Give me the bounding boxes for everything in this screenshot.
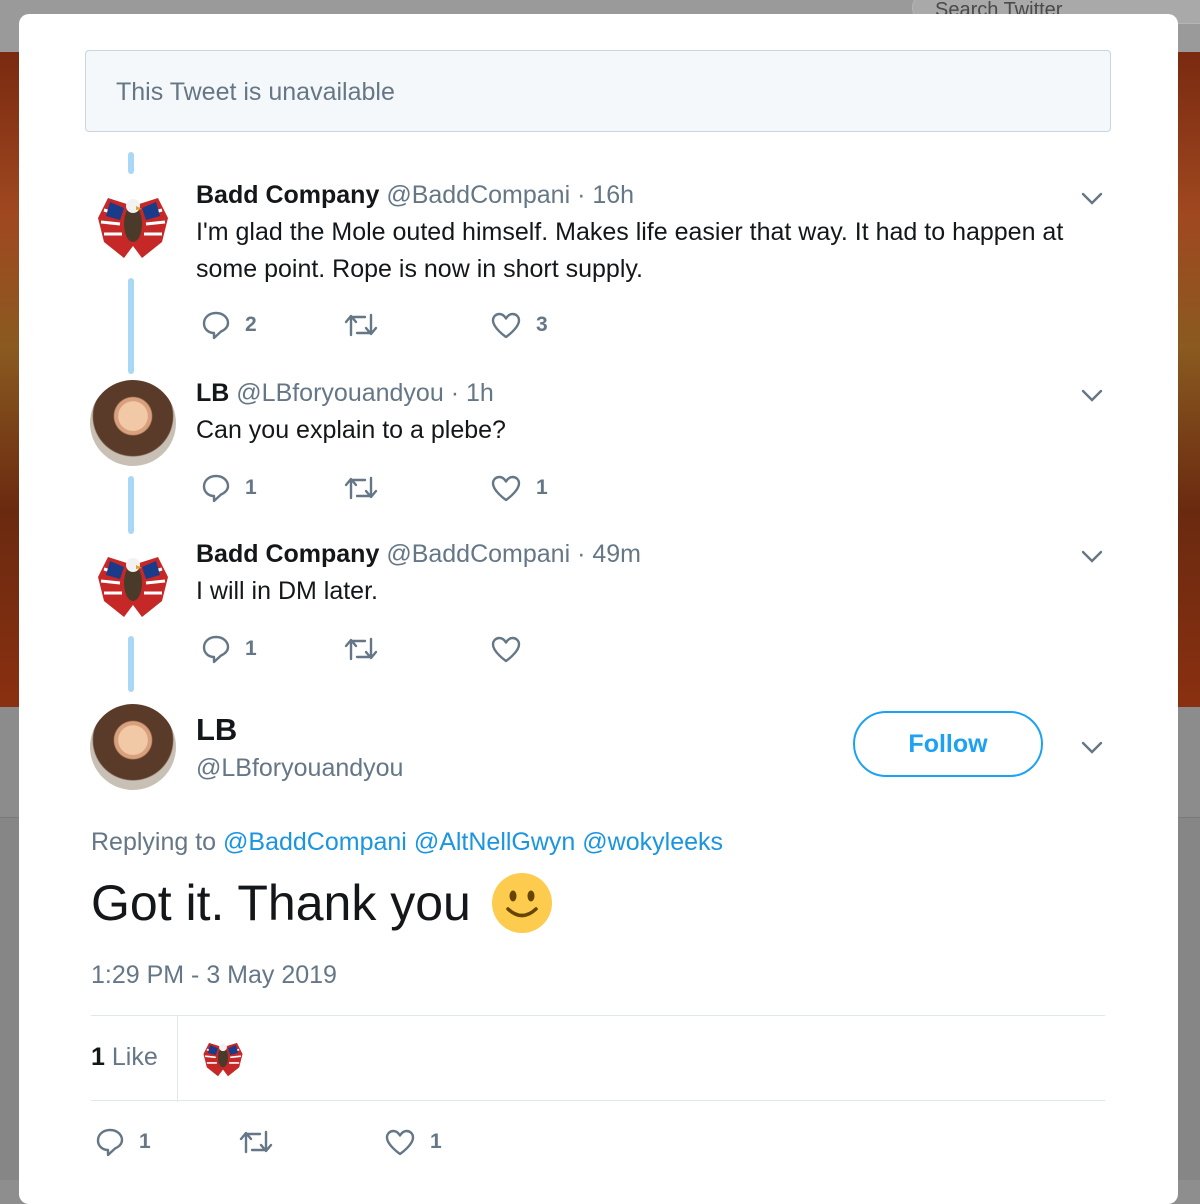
tweet-text: I will in DM later. [196, 577, 378, 605]
separator-dot: · [577, 181, 586, 209]
retweet-icon [344, 313, 378, 337]
heart-icon [491, 312, 521, 339]
reply-count: 1 [245, 476, 257, 499]
author-name[interactable]: Badd Company [196, 181, 379, 209]
like-button[interactable]: 1 [490, 474, 548, 502]
main-author-handle[interactable]: @LBforyouandyou [196, 754, 403, 783]
mention-link[interactable]: @AltNellGwyn [414, 828, 576, 856]
reply-button[interactable]: 1 [95, 1127, 151, 1157]
avatar-badd-company[interactable] [90, 184, 176, 270]
reply-button[interactable]: 1 [201, 473, 257, 503]
like-count: 1 [430, 1130, 442, 1153]
heart-icon [385, 1129, 415, 1156]
reply-icon [202, 474, 230, 503]
main-tweet-body: Got it. Thank you [91, 872, 553, 934]
thread-connector [128, 152, 134, 174]
like-button[interactable]: 3 [490, 311, 548, 339]
main-author-name[interactable]: LB [196, 712, 237, 748]
unavailable-tweet-notice: This Tweet is unavailable [85, 50, 1111, 132]
author-name[interactable]: LB [196, 379, 229, 407]
heart-icon [491, 636, 521, 663]
retweet-button[interactable] [343, 311, 393, 339]
reply-count: 1 [139, 1130, 151, 1153]
tweet-header: Badd Company @BaddCompani · 49m [196, 540, 641, 569]
tweet-time[interactable]: 49m [592, 540, 641, 568]
chevron-down-icon[interactable] [1081, 389, 1103, 403]
tweet-text: I'm glad the Mole outed himself. Makes l… [196, 218, 1064, 283]
chevron-down-icon[interactable] [1081, 741, 1103, 755]
thread-connector [128, 476, 134, 534]
divider [91, 1015, 1105, 1016]
reply-count: 1 [245, 637, 257, 660]
retweet-button[interactable] [343, 635, 393, 663]
thread-connector [128, 636, 134, 692]
separator-dot: · [577, 540, 586, 568]
chevron-down-icon[interactable] [1081, 192, 1103, 206]
eagle-flag-icon [203, 1042, 243, 1077]
reply-count: 2 [245, 313, 257, 336]
author-handle[interactable]: @BaddCompani [386, 540, 570, 568]
eagle-flag-icon [98, 557, 168, 617]
replying-to-line: Replying to @BaddCompani @AltNellGwyn @w… [91, 828, 723, 857]
tweet-header: Badd Company @BaddCompani · 16h [196, 181, 634, 210]
likes-stat-count: 1 [91, 1043, 105, 1071]
tweet-time[interactable]: 1h [466, 379, 494, 407]
chevron-down-icon[interactable] [1081, 550, 1103, 564]
main-tweet-text: Got it. Thank you [91, 875, 471, 931]
retweet-button[interactable] [343, 474, 393, 502]
reply-button[interactable]: 2 [201, 310, 257, 340]
tweet-header: LB @LBforyouandyou · 1h [196, 379, 494, 408]
divider [91, 1100, 1105, 1101]
author-handle[interactable]: @BaddCompani [386, 181, 570, 209]
likes-stat[interactable]: 1 Like [91, 1043, 158, 1072]
author-name[interactable]: Badd Company [196, 540, 379, 568]
mention-link[interactable]: @wokyleeks [582, 828, 723, 856]
smiley-face-icon [491, 873, 552, 933]
retweet-icon [344, 637, 378, 661]
reply-icon [202, 635, 230, 664]
follow-button[interactable]: Follow [853, 711, 1043, 777]
avatar-badd-company[interactable] [90, 543, 176, 629]
like-button[interactable] [490, 635, 536, 663]
author-handle[interactable]: @LBforyouandyou [236, 379, 443, 407]
thread-connector [128, 278, 134, 374]
main-author-avatar[interactable] [90, 704, 176, 790]
like-count: 1 [536, 476, 548, 499]
like-count: 3 [536, 313, 548, 336]
tweet-modal: This Tweet is unavailable Badd Company @… [19, 14, 1178, 1204]
mention-link[interactable]: @BaddCompani [223, 828, 407, 856]
heart-icon [491, 475, 521, 502]
retweet-button[interactable] [238, 1128, 288, 1156]
tweet-time[interactable]: 16h [592, 181, 634, 209]
replying-to-label: Replying to [91, 828, 217, 856]
stats-separator [177, 1016, 178, 1102]
reply-icon [96, 1128, 124, 1157]
tweet-timestamp[interactable]: 1:29 PM - 3 May 2019 [91, 961, 337, 990]
eagle-flag-icon [98, 198, 168, 258]
retweet-icon [239, 1130, 273, 1154]
like-button[interactable]: 1 [384, 1128, 442, 1156]
separator-dot: · [450, 379, 460, 407]
avatar-lb[interactable] [90, 380, 176, 466]
liker-avatar[interactable] [199, 1035, 247, 1083]
likes-stat-label: Like [111, 1043, 158, 1071]
reply-icon [202, 311, 230, 340]
tweet-text: Can you explain to a plebe? [196, 416, 506, 444]
retweet-icon [344, 476, 378, 500]
unavailable-tweet-text: This Tweet is unavailable [116, 78, 395, 106]
reply-button[interactable]: 1 [201, 634, 257, 664]
